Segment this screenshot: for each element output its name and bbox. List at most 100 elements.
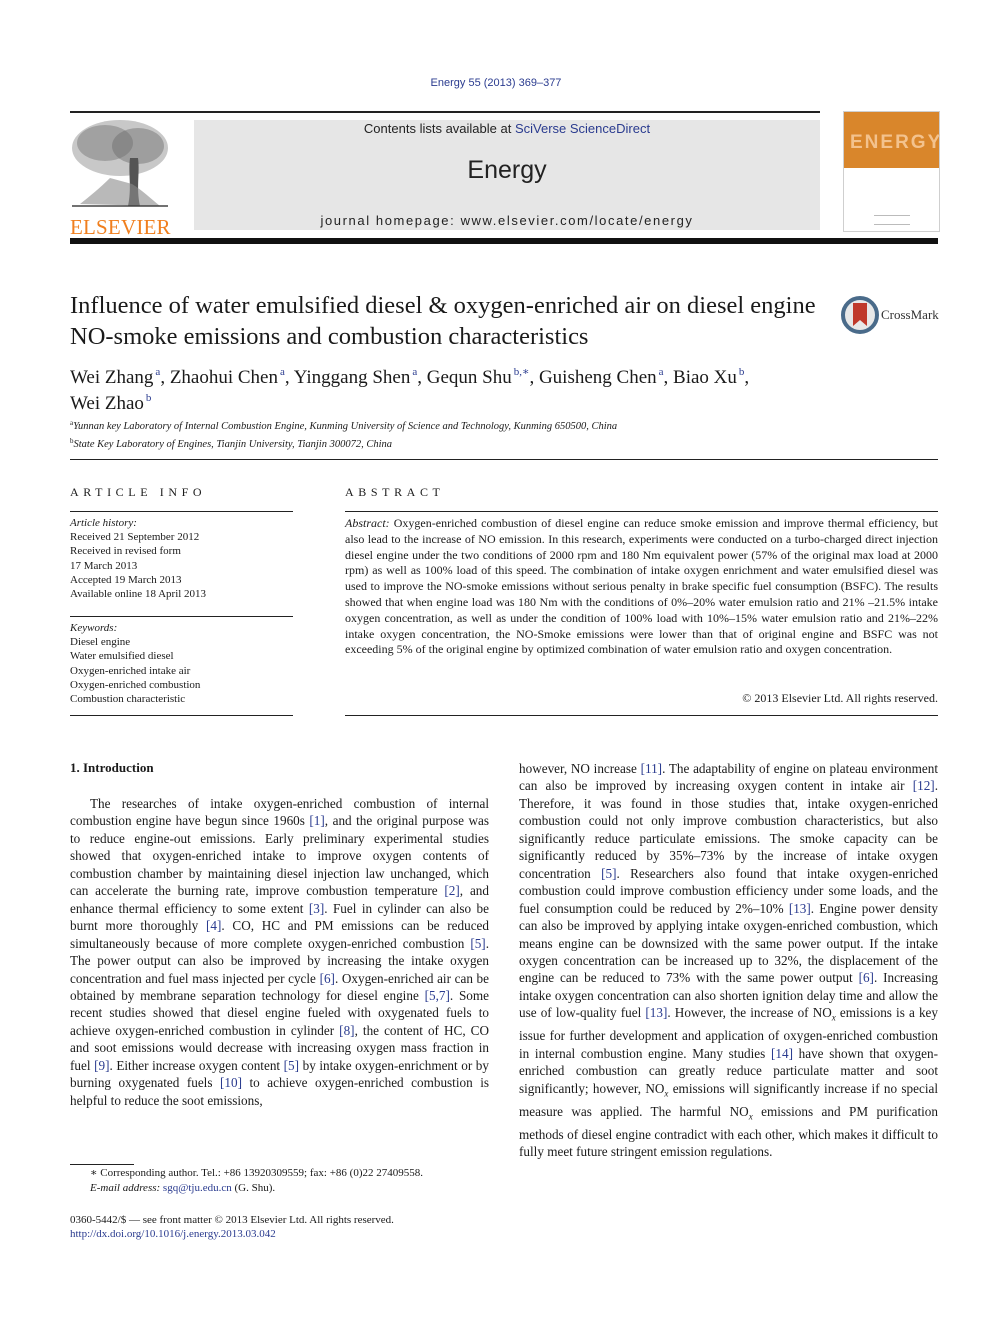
elsevier-wordmark: ELSEVIER xyxy=(70,215,171,239)
history-label: Article history: xyxy=(70,517,137,529)
keywords: Keywords: Diesel engine Water emulsified… xyxy=(70,621,295,706)
author[interactable]: Yinggang Shen a xyxy=(294,366,418,388)
reference-link[interactable]: [2] xyxy=(444,883,459,898)
reference-link[interactable]: [13] xyxy=(789,901,811,916)
issn-line: 0360-5442/$ — see front matter © 2013 El… xyxy=(70,1214,394,1226)
author-list: Wei Zhang a, Zhaohui Chen a, Yinggang Shen… xyxy=(70,362,840,414)
front-matter: 0360-5442/$ — see front matter © 2013 El… xyxy=(70,1213,500,1241)
reference-link[interactable]: [11] xyxy=(641,761,662,776)
homepage-link[interactable]: www.elsevier.com/locate/energy xyxy=(461,213,694,228)
text-run: . Either increase oxygen content xyxy=(109,1057,284,1073)
copyright-notice: © 2013 Elsevier Ltd. All rights reserved… xyxy=(742,691,938,705)
separator: , xyxy=(417,367,427,388)
keyword-item: Diesel engine xyxy=(70,636,131,649)
author-name[interactable]: Wei Zhao xyxy=(70,393,144,414)
reference-link[interactable]: [9] xyxy=(94,1058,109,1073)
reference-link[interactable]: [5,7] xyxy=(425,988,450,1003)
separator: , xyxy=(744,367,750,388)
text-run: however, NO increase xyxy=(519,761,641,776)
reference-link[interactable]: [14] xyxy=(771,1046,793,1061)
abstract-text: Abstract: Oxygen-enriched combustion of … xyxy=(345,516,938,658)
divider xyxy=(70,511,293,512)
reference-link[interactable]: [3] xyxy=(309,901,324,916)
author[interactable]: Biao Xu b xyxy=(673,366,744,388)
header-thick-rule xyxy=(70,238,938,244)
journal-name: Energy xyxy=(467,156,547,184)
crossmark-badge[interactable]: CrossMark xyxy=(841,296,941,334)
email-label: E-mail address: xyxy=(90,1182,163,1194)
journal-cover-thumbnail[interactable]: ENERGY xyxy=(843,111,940,232)
email-link[interactable]: sgq@tju.edu.cn xyxy=(163,1182,232,1194)
author[interactable]: Zhaohui Chen a xyxy=(170,366,285,388)
author[interactable]: Wei Zhao b xyxy=(70,392,152,414)
cover-publisher-mark xyxy=(874,215,910,225)
reference-link[interactable]: [12] xyxy=(913,778,935,793)
doi-link[interactable]: http://dx.doi.org/10.1016/j.energy.2013.… xyxy=(70,1228,276,1240)
footnote-rule xyxy=(70,1164,134,1165)
reference-link[interactable]: [6] xyxy=(859,970,874,985)
keyword-item: Oxygen-enriched intake air xyxy=(70,664,191,677)
affiliation-rule xyxy=(70,459,938,460)
contents-availability: Contents lists available at SciVerse Sci… xyxy=(194,121,820,136)
reference-link[interactable]: [8] xyxy=(339,1023,354,1038)
section-heading-introduction: 1. Introduction xyxy=(70,760,154,775)
header-rule xyxy=(70,111,820,113)
journal-homepage: journal homepage: www.elsevier.com/locat… xyxy=(194,213,820,228)
sciencedirect-link[interactable]: SciVerse ScienceDirect xyxy=(515,121,650,136)
separator: , xyxy=(663,367,674,388)
separator: , xyxy=(284,367,294,388)
affiliation-b: bState Key Laboratory of Engines, Tianji… xyxy=(70,437,393,450)
cover-title: ENERGY xyxy=(850,132,943,153)
author[interactable]: Guisheng Chen a xyxy=(539,366,664,388)
abstract-body: Oxygen-enriched combustion of diesel eng… xyxy=(345,516,938,657)
affiliation-marker[interactable]: b xyxy=(146,392,152,404)
keyword-item: Oxygen-enriched combustion xyxy=(70,678,201,691)
author-name[interactable]: Zhaohui Chen xyxy=(170,367,278,388)
divider xyxy=(70,715,293,716)
affiliation-a: aYunnan key Laboratory of Internal Combu… xyxy=(70,419,618,432)
author[interactable]: Wei Zhang a xyxy=(70,366,160,388)
journal-citation[interactable]: Energy 55 (2013) 369–377 xyxy=(0,77,992,89)
elsevier-tree-icon xyxy=(70,118,170,210)
author-name[interactable]: Yinggang Shen xyxy=(294,367,411,388)
elsevier-logo[interactable]: ELSEVIER xyxy=(70,118,174,238)
author-name[interactable]: Guisheng Chen xyxy=(539,367,657,388)
crossmark-label: CrossMark xyxy=(881,307,939,322)
body-column-right: however, NO increase [11]. The adaptabil… xyxy=(519,760,938,1161)
author-name[interactable]: Gequn Shu xyxy=(427,367,512,388)
history-item: Accepted 19 March 2013 xyxy=(70,573,182,586)
abstract-heading: ABSTRACT xyxy=(345,485,445,499)
history-item: Received in revised form xyxy=(70,545,181,558)
reference-link[interactable]: [5] xyxy=(284,1058,299,1073)
separator: , xyxy=(529,367,539,388)
keyword-item: Water emulsified diesel xyxy=(70,650,174,663)
citation-link[interactable]: Energy 55 (2013) 369–377 xyxy=(431,77,562,89)
reference-link[interactable]: [5] xyxy=(601,866,616,881)
crossmark-icon xyxy=(841,296,879,334)
affiliation-marker[interactable]: b,∗ xyxy=(514,366,530,378)
contents-prefix: Contents lists available at xyxy=(363,121,515,136)
history-item: 17 March 2013 xyxy=(70,559,138,572)
reference-link[interactable]: [4] xyxy=(206,918,221,933)
history-item: Available online 18 April 2013 xyxy=(70,588,207,601)
reference-link[interactable]: [10] xyxy=(220,1075,242,1090)
history-item: Received 21 September 2012 xyxy=(70,531,200,544)
reference-link[interactable]: [1] xyxy=(309,813,324,828)
email-line: E-mail address: sgq@tju.edu.cn (G. Shu). xyxy=(90,1182,276,1194)
author-name[interactable]: Biao Xu xyxy=(673,367,737,388)
reference-link[interactable]: [13] xyxy=(645,1005,667,1020)
reference-link[interactable]: [6] xyxy=(320,971,335,986)
corresponding-author-footnote: ∗ Corresponding author. Tel.: +86 139203… xyxy=(70,1166,500,1196)
abstract-label: Abstract: xyxy=(345,516,390,530)
reference-link[interactable]: [5] xyxy=(470,936,485,951)
text-run: . However, the increase of NO xyxy=(667,1005,832,1021)
keyword-item: Combustion characteristic xyxy=(70,693,186,706)
author-name[interactable]: Wei Zhang xyxy=(70,367,153,388)
body-column-left: The researches of intake oxygen-enriched… xyxy=(70,795,489,1109)
article-info-heading: ARTICLE INFO xyxy=(70,485,207,499)
keywords-label: Keywords: xyxy=(70,622,118,634)
divider xyxy=(70,616,293,617)
homepage-prefix: journal homepage: xyxy=(320,213,461,228)
author[interactable]: Gequn Shu b,∗ xyxy=(427,366,530,388)
affiliations: aYunnan key Laboratory of Internal Combu… xyxy=(70,416,830,452)
